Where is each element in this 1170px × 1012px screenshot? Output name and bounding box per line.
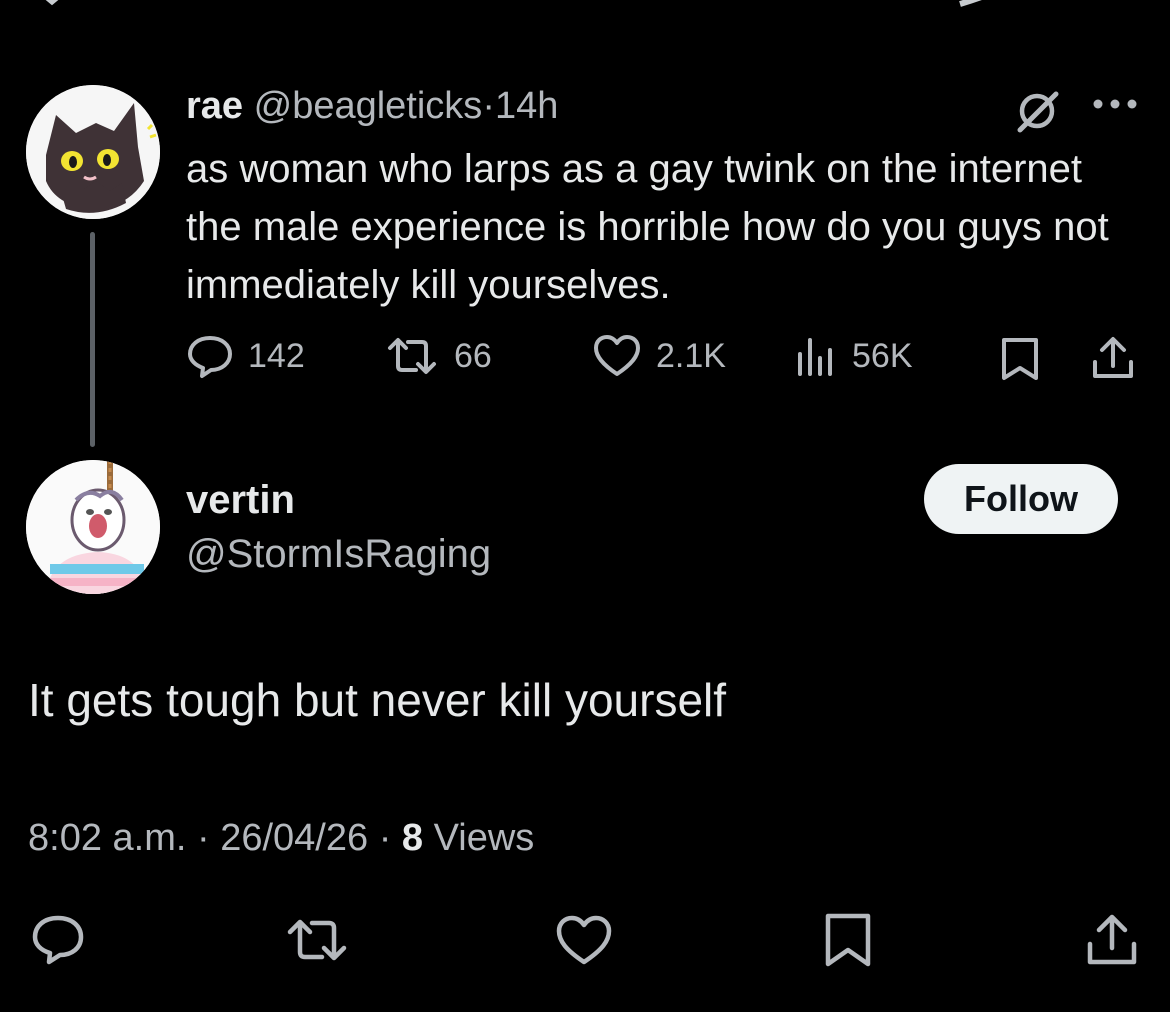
parent-avatar[interactable]: [26, 85, 160, 219]
reply-tweet-text: It gets tough but never kill yourself: [28, 674, 727, 726]
parent-views-action[interactable]: 56K: [796, 332, 913, 380]
reply-count: 142: [248, 336, 305, 375]
parent-timestamp[interactable]: 14h: [495, 85, 558, 127]
character-avatar-image: [26, 460, 160, 594]
parent-tweet-header: rae @beagleticks·14h: [186, 84, 558, 128]
parent-like-action[interactable]: 2.1K: [592, 332, 726, 380]
parent-repost-action[interactable]: 66: [384, 332, 492, 380]
like-icon: [594, 335, 640, 376]
share-icon[interactable]: [1084, 912, 1140, 968]
grok-icon[interactable]: [1012, 86, 1062, 136]
reply-avatar[interactable]: [26, 460, 160, 594]
meta-dot: ·: [378, 817, 392, 859]
previous-content-fragment: [45, 0, 982, 7]
share-icon[interactable]: [1090, 334, 1136, 382]
repost-icon[interactable]: [282, 912, 352, 968]
bookmark-icon[interactable]: [998, 336, 1042, 382]
views-label[interactable]: Views: [434, 817, 535, 859]
reply-icon[interactable]: [30, 912, 86, 968]
views-icon: [798, 338, 832, 376]
thread-line: [90, 232, 95, 447]
follow-button[interactable]: Follow: [924, 464, 1118, 534]
cat-avatar-image: [26, 85, 160, 219]
more-options-icon[interactable]: [1092, 98, 1138, 110]
header-separator: ·: [482, 85, 495, 127]
meta-dot: ·: [196, 817, 210, 859]
like-icon[interactable]: [554, 912, 614, 968]
tweet-time[interactable]: 8:02 a.m.: [28, 817, 186, 859]
views-count: 56K: [852, 336, 913, 375]
reply-icon: [188, 336, 232, 378]
parent-reply-action[interactable]: 142: [186, 332, 305, 380]
repost-icon: [388, 338, 436, 374]
reply-handle[interactable]: @StormIsRaging: [186, 530, 491, 578]
parent-tweet-text: as woman who larps as a gay twink on the…: [186, 147, 1109, 307]
views-number[interactable]: 8: [402, 817, 423, 859]
tweet-date[interactable]: 26/04/26: [220, 817, 368, 859]
like-count: 2.1K: [656, 336, 726, 375]
tweet-metadata: 8:02 a.m. · 26/04/26 · 8 Views: [28, 814, 534, 862]
reply-display-name[interactable]: vertin: [186, 476, 295, 524]
parent-handle[interactable]: @beagleticks: [254, 85, 483, 127]
bookmark-icon[interactable]: [822, 912, 874, 968]
parent-display-name[interactable]: rae: [186, 85, 243, 127]
repost-count: 66: [454, 336, 492, 375]
